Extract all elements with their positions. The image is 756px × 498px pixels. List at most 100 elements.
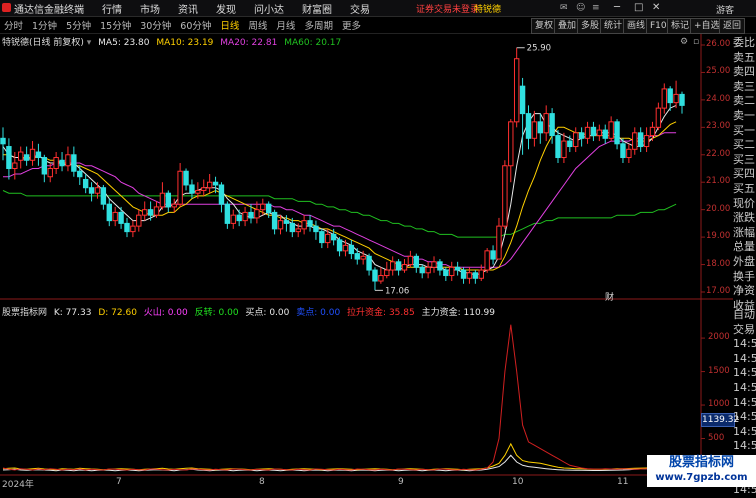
candle-body-30 xyxy=(177,170,183,205)
candle-body-8 xyxy=(47,168,53,178)
candle-body-47 xyxy=(277,220,284,230)
candle-body-101 xyxy=(596,129,603,137)
quote-row-5[interactable]: 卖一 xyxy=(733,109,756,124)
quote-row-8[interactable]: 买三 xyxy=(733,153,756,168)
price-tick-label-8: 18.00 xyxy=(706,258,731,269)
candle-body-104 xyxy=(614,121,620,145)
candle-body-56 xyxy=(330,233,337,241)
price-tick-label-7: 19.00 xyxy=(706,231,731,242)
candle-body-12 xyxy=(71,154,77,172)
trade-row-8[interactable]: 14:50 xyxy=(733,425,756,440)
candle-body-40 xyxy=(236,214,242,222)
quote-row-17[interactable]: 净资 xyxy=(733,284,756,299)
candle-body-97 xyxy=(573,132,579,148)
date-label-2024: 2024年 xyxy=(2,480,34,490)
candle-body-29 xyxy=(171,203,177,208)
candle-body-21 xyxy=(124,222,130,233)
trade-row-7[interactable]: 14:50 xyxy=(733,410,756,425)
quote-row-14[interactable]: 总量 xyxy=(733,240,756,255)
candle-body-2 xyxy=(12,162,18,169)
candle-body-65 xyxy=(384,269,390,277)
candle-body-43 xyxy=(254,209,260,219)
candle-body-70 xyxy=(413,255,420,268)
quote-row-16[interactable]: 换手 xyxy=(733,270,756,285)
candle-body-7 xyxy=(41,157,48,175)
candle-body-50 xyxy=(295,228,301,233)
candle-body-15 xyxy=(88,187,95,194)
candle-body-46 xyxy=(271,211,278,230)
candle-body-45 xyxy=(265,203,272,213)
candle-body-11 xyxy=(65,154,71,167)
candle-body-51 xyxy=(301,220,307,230)
candle-body-109 xyxy=(643,135,650,148)
candle-body-94 xyxy=(555,135,561,159)
candle-body-92 xyxy=(543,113,549,134)
candle-body-95 xyxy=(561,140,567,159)
candle-body-3 xyxy=(18,151,24,161)
quote-row-1[interactable]: 卖五 xyxy=(733,51,756,66)
chart-canvas[interactable]: 25.90 17.06 财 xyxy=(0,0,733,487)
candle-body-81 xyxy=(478,269,484,279)
quote-row-0[interactable]: 委比 xyxy=(733,36,756,51)
candle-body-64 xyxy=(378,275,384,282)
candle-body-76 xyxy=(449,266,455,277)
candle-body-80 xyxy=(472,272,479,279)
candle-body-60 xyxy=(354,253,360,260)
candle-body-28 xyxy=(165,192,172,208)
crosshair-price-box: 1139.32 xyxy=(701,413,740,427)
quote-row-7[interactable]: 买二 xyxy=(733,138,756,153)
candle-body-6 xyxy=(35,151,42,159)
candle-body-53 xyxy=(313,225,319,233)
price-tick-label-4: 22.00 xyxy=(706,148,731,159)
quote-row-9[interactable]: 买四 xyxy=(733,167,756,182)
candle-body-93 xyxy=(549,113,555,137)
trade-row-3[interactable]: 14:50 xyxy=(733,352,756,367)
candle-body-31 xyxy=(183,170,189,186)
candle-body-88 xyxy=(519,85,526,115)
candle-body-100 xyxy=(590,126,597,137)
quote-row-4[interactable]: 卖二 xyxy=(733,94,756,109)
candle-body-48 xyxy=(283,220,290,224)
candle-body-17 xyxy=(100,187,107,205)
candle-body-23 xyxy=(136,214,142,227)
candle-body-72 xyxy=(425,266,431,274)
candle-body-98 xyxy=(578,132,585,139)
sub-yellow-line xyxy=(2,442,677,471)
quote-row-13[interactable]: 涨幅 xyxy=(733,226,756,241)
candle-body-52 xyxy=(307,220,313,227)
candle-body-26 xyxy=(153,206,160,216)
quote-row-11[interactable]: 现价 xyxy=(733,197,756,212)
quote-row-10[interactable]: 买五 xyxy=(733,182,756,197)
trade-row-1[interactable]: 交易 xyxy=(733,323,756,338)
candle-body-57 xyxy=(336,239,343,252)
high-label: 25.90 xyxy=(527,44,551,54)
candle-body-44 xyxy=(260,203,266,211)
candle-body-79 xyxy=(466,272,473,279)
price-tick-label-1: 25.00 xyxy=(706,66,731,77)
candle-body-96 xyxy=(567,140,573,148)
candle-body-73 xyxy=(431,261,437,268)
candle-body-18 xyxy=(106,203,112,222)
trade-row-5[interactable]: 14:50 xyxy=(733,381,756,396)
price-tick-label-0: 26.00 xyxy=(706,39,731,49)
candle-body-84 xyxy=(496,225,502,260)
trade-row-6[interactable]: 14:50 xyxy=(733,396,756,411)
quote-row-15[interactable]: 外盘 xyxy=(733,255,756,270)
trade-row-4[interactable]: 14:50 xyxy=(733,366,756,381)
trade-row-0[interactable]: 自动 xyxy=(733,308,756,323)
trade-row-9[interactable]: 14:50 xyxy=(733,439,756,454)
candle-body-38 xyxy=(224,203,231,224)
watermark-title: 股票指标网 xyxy=(668,455,734,470)
quote-row-3[interactable]: 卖三 xyxy=(733,80,756,95)
quote-row-6[interactable]: 买一 xyxy=(733,124,756,139)
candle-body-9 xyxy=(53,157,59,169)
quote-row-12[interactable]: 涨跌 xyxy=(733,211,756,226)
trade-row-2[interactable]: 14:50 xyxy=(733,337,756,352)
quote-row-2[interactable]: 卖四 xyxy=(733,65,756,80)
candle-body-63 xyxy=(372,269,378,282)
candle-body-5 xyxy=(29,148,36,161)
candle-body-4 xyxy=(23,154,30,161)
low-label: 17.06 xyxy=(385,286,409,296)
candle-body-69 xyxy=(407,255,414,266)
sub-red-line xyxy=(2,324,677,471)
